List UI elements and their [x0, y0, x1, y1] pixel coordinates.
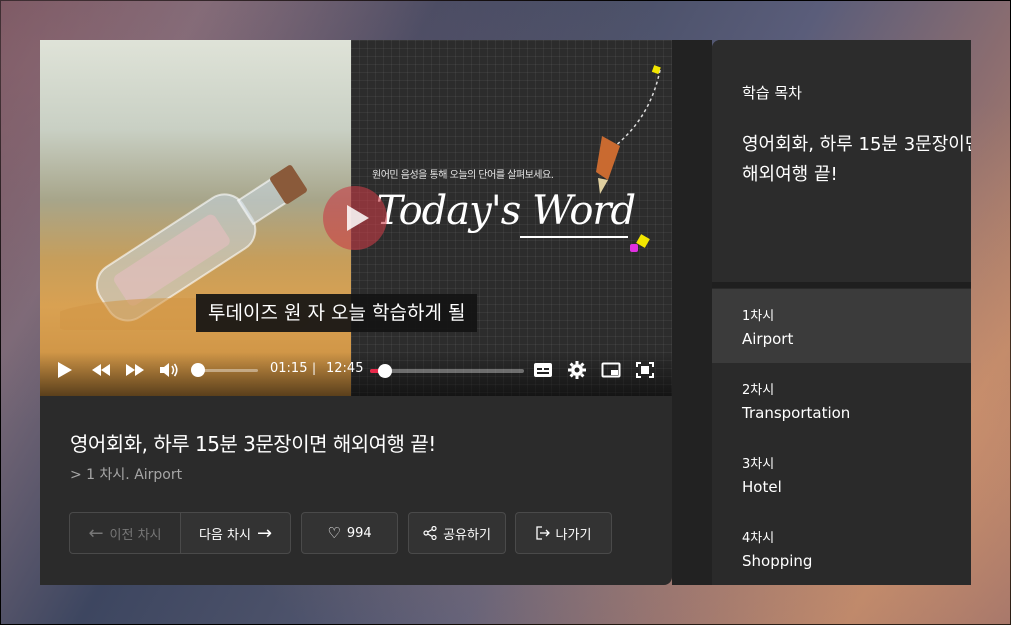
next-lesson-label: 다음 차시 [198, 527, 251, 543]
lesson-number: 2차시 [742, 383, 775, 398]
arrow-right-icon: → [256, 522, 273, 544]
big-play-button[interactable] [323, 186, 387, 250]
captions-icon[interactable] [532, 360, 554, 380]
arrow-left-icon: ← [88, 522, 104, 544]
gear-icon[interactable] [566, 360, 588, 380]
exit-label: 나가기 [555, 527, 592, 543]
overlay-caption: 원어민 음성을 통해 오늘의 단어를 살펴보세요. [372, 170, 554, 181]
exit-button[interactable]: 나가기 [515, 512, 612, 554]
fast-forward-icon[interactable] [124, 360, 146, 380]
lesson-item[interactable]: 3차시 Hotel [712, 437, 971, 511]
seek-bar[interactable] [370, 364, 524, 378]
share-button[interactable]: 공유하기 [408, 512, 506, 554]
lesson-sidebar: 학습 목차 영어회화, 하루 15분 3문장이면 해외여행 끝! 1차시 Air… [712, 40, 971, 585]
current-lesson: > 1 차시. Airport [70, 467, 183, 483]
volume-knob[interactable] [191, 363, 205, 377]
share-icon [423, 526, 437, 540]
lesson-title: Hotel [742, 478, 782, 496]
lesson-number: 1차시 [742, 309, 775, 324]
sidebar-label: 학습 목차 [742, 84, 802, 102]
lesson-item[interactable]: 2차시 Transportation [712, 363, 971, 437]
subtitle-text: 투데이즈 원 자 오늘 학습하게 될 [196, 294, 478, 332]
duration: 12:45 [326, 361, 364, 376]
sidebar-divider [712, 282, 971, 288]
player-card: 원어민 음성을 통해 오늘의 단어를 살펴보세요. Today's Word 투… [40, 40, 672, 585]
panel-gap [672, 40, 712, 585]
exit-icon [535, 526, 550, 540]
share-label: 공유하기 [443, 527, 491, 543]
fullscreen-icon[interactable] [634, 360, 656, 380]
lesson-title: Transportation [742, 404, 851, 422]
current-time: 01:15 [270, 361, 308, 376]
time-separator: | [312, 361, 317, 375]
lesson-title: Airport [742, 330, 794, 348]
sidebar-header: 학습 목차 영어회화, 하루 15분 3문장이면 해외여행 끝! [712, 40, 971, 282]
picture-in-picture-icon[interactable] [600, 360, 622, 380]
like-button[interactable]: ♡ 994 [301, 512, 398, 554]
sparkle [630, 244, 638, 252]
lesson-title: Shopping [742, 552, 813, 570]
lesson-item[interactable]: 4차시 Shopping [712, 511, 971, 585]
next-lesson-button[interactable]: 다음 차시 → [180, 512, 291, 554]
heart-icon: ♡ [327, 524, 341, 542]
prev-lesson-button[interactable]: ← 이전 차시 [69, 512, 181, 554]
overlay-title: Today's Word [376, 188, 636, 234]
rewind-icon[interactable] [90, 360, 112, 380]
lesson-item[interactable]: 1차시 Airport [712, 289, 971, 363]
lesson-number: 4차시 [742, 531, 775, 546]
like-count: 994 [346, 525, 372, 541]
overlay-underline [520, 236, 628, 238]
lesson-number: 3차시 [742, 457, 775, 472]
play-icon[interactable] [54, 360, 76, 380]
volume-icon[interactable] [158, 360, 180, 380]
video-player[interactable]: 원어민 음성을 통해 오늘의 단어를 살펴보세요. Today's Word 투… [40, 40, 672, 396]
prev-lesson-label: 이전 차시 [109, 527, 162, 543]
course-title: 영어회화, 하루 15분 3문장이면 해외여행 끝! [70, 432, 436, 456]
sidebar-course-title: 영어회화, 하루 15분 3문장이면 해외여행 끝! [742, 134, 971, 185]
volume-slider[interactable] [198, 369, 258, 372]
